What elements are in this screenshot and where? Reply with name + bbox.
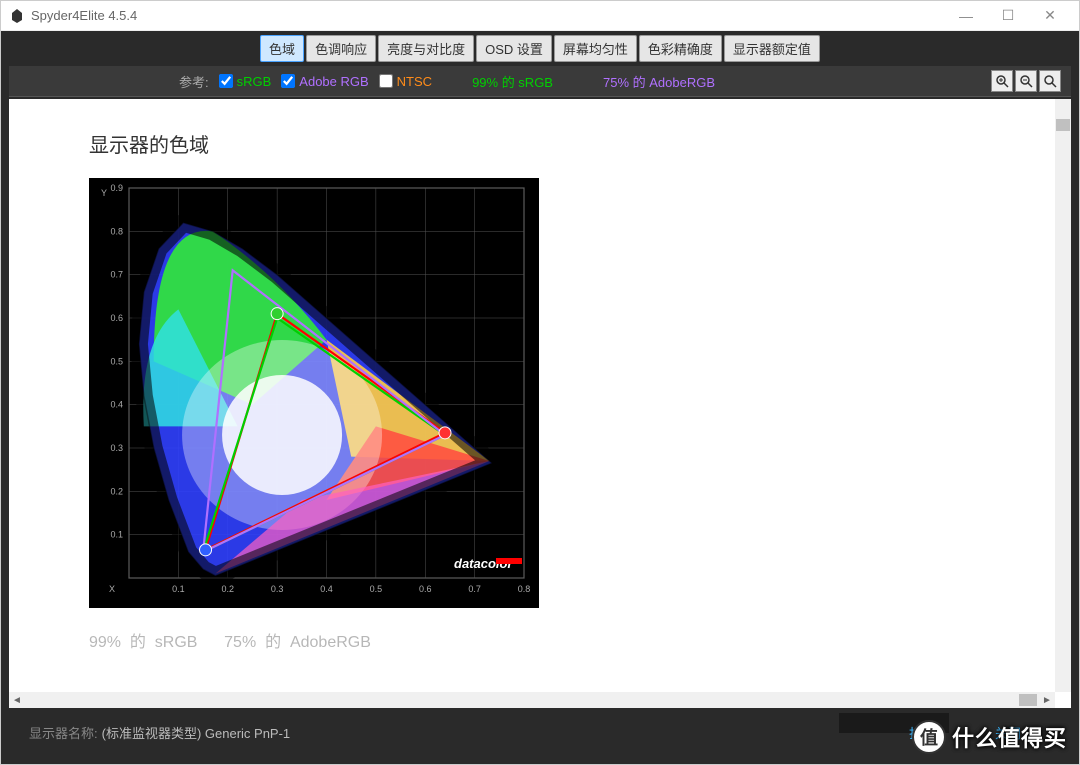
svg-text:0.5: 0.5: [370, 584, 383, 594]
page-title: 显示器的色域: [89, 129, 1055, 158]
svg-text:0.7: 0.7: [110, 270, 123, 280]
zoom-in-icon[interactable]: [991, 70, 1013, 92]
gamut-chart: 0.1 0.2 0.3 0.4 0.5 0.6 0.7 0.8 0.1 0.2 0.3 0.4 0.5 0…: [89, 178, 539, 608]
watermark-badge-icon: 值: [912, 720, 946, 754]
svg-text:0.9: 0.9: [110, 183, 123, 193]
svg-text:0.2: 0.2: [221, 584, 234, 594]
svg-text:0.1: 0.1: [172, 584, 185, 594]
tab-2[interactable]: 亮度与对比度: [378, 35, 474, 62]
tab-1[interactable]: 色调响应: [306, 35, 376, 62]
coverage-summary: 99% 的 sRGB 75% 的 AdobeRGB: [89, 628, 1055, 652]
watermark: 值 什么值得买: [912, 720, 1067, 754]
svg-text:X: X: [109, 584, 115, 594]
vertical-scrollbar[interactable]: [1055, 99, 1071, 692]
svg-text:0.4: 0.4: [110, 400, 123, 410]
svg-text:0.1: 0.1: [110, 530, 123, 540]
adobergb-checkbox[interactable]: Adobe RGB: [281, 74, 368, 89]
tab-3[interactable]: OSD 设置: [476, 35, 552, 62]
svg-text:0.3: 0.3: [271, 584, 284, 594]
close-button[interactable]: ✕: [1029, 2, 1071, 30]
svg-text:0.7: 0.7: [468, 584, 481, 594]
svg-text:0.3: 0.3: [110, 443, 123, 453]
zoom-fit-icon[interactable]: [1039, 70, 1061, 92]
svg-text:0.6: 0.6: [419, 584, 432, 594]
svg-text:0.5: 0.5: [110, 356, 123, 366]
reference-label: 参考:: [179, 72, 209, 91]
horizontal-scrollbar[interactable]: ◄►: [9, 692, 1055, 708]
app-logo-icon: [9, 8, 25, 24]
watermark-text: 什么值得买: [952, 721, 1067, 753]
display-name-label: 显示器名称:: [29, 723, 98, 742]
tab-4[interactable]: 屏幕均匀性: [554, 35, 637, 62]
srgb-coverage-stat: 99% 的 sRGB: [472, 72, 553, 91]
srgb-checkbox[interactable]: sRGB: [219, 74, 272, 89]
maximize-button[interactable]: ☐: [987, 2, 1029, 30]
tab-0[interactable]: 色域: [260, 35, 304, 62]
minimize-button[interactable]: —: [945, 2, 987, 30]
svg-text:0.4: 0.4: [320, 584, 333, 594]
ntsc-checkbox[interactable]: NTSC: [379, 74, 432, 89]
titlebar: Spyder4Elite 4.5.4 — ☐ ✕: [1, 1, 1079, 31]
tab-6[interactable]: 显示器额定值: [724, 35, 820, 62]
display-name-value: (标准监视器类型) Generic PnP-1: [102, 723, 291, 742]
tab-bar: 色域色调响应亮度与对比度OSD 设置屏幕均匀性色彩精确度显示器额定值: [9, 35, 1071, 62]
zoom-out-icon[interactable]: [1015, 70, 1037, 92]
window-title: Spyder4Elite 4.5.4: [31, 8, 945, 23]
content-area: 显示器的色域 0.1 0.2 0.3 0.4 0.5 0.6 0.7 0.8 0.1 0.2 0.3…: [9, 99, 1071, 708]
reference-bar: 参考: sRGB Adobe RGB NTSC 99% 的 sRGB 75% 的…: [9, 66, 1071, 97]
svg-text:Y: Y: [101, 188, 107, 198]
adobergb-coverage-stat: 75% 的 AdobeRGB: [603, 72, 715, 91]
svg-text:0.2: 0.2: [110, 486, 123, 496]
tab-5[interactable]: 色彩精确度: [639, 35, 722, 62]
svg-text:0.6: 0.6: [110, 313, 123, 323]
svg-text:0.8: 0.8: [518, 584, 531, 594]
svg-text:0.8: 0.8: [110, 226, 123, 236]
